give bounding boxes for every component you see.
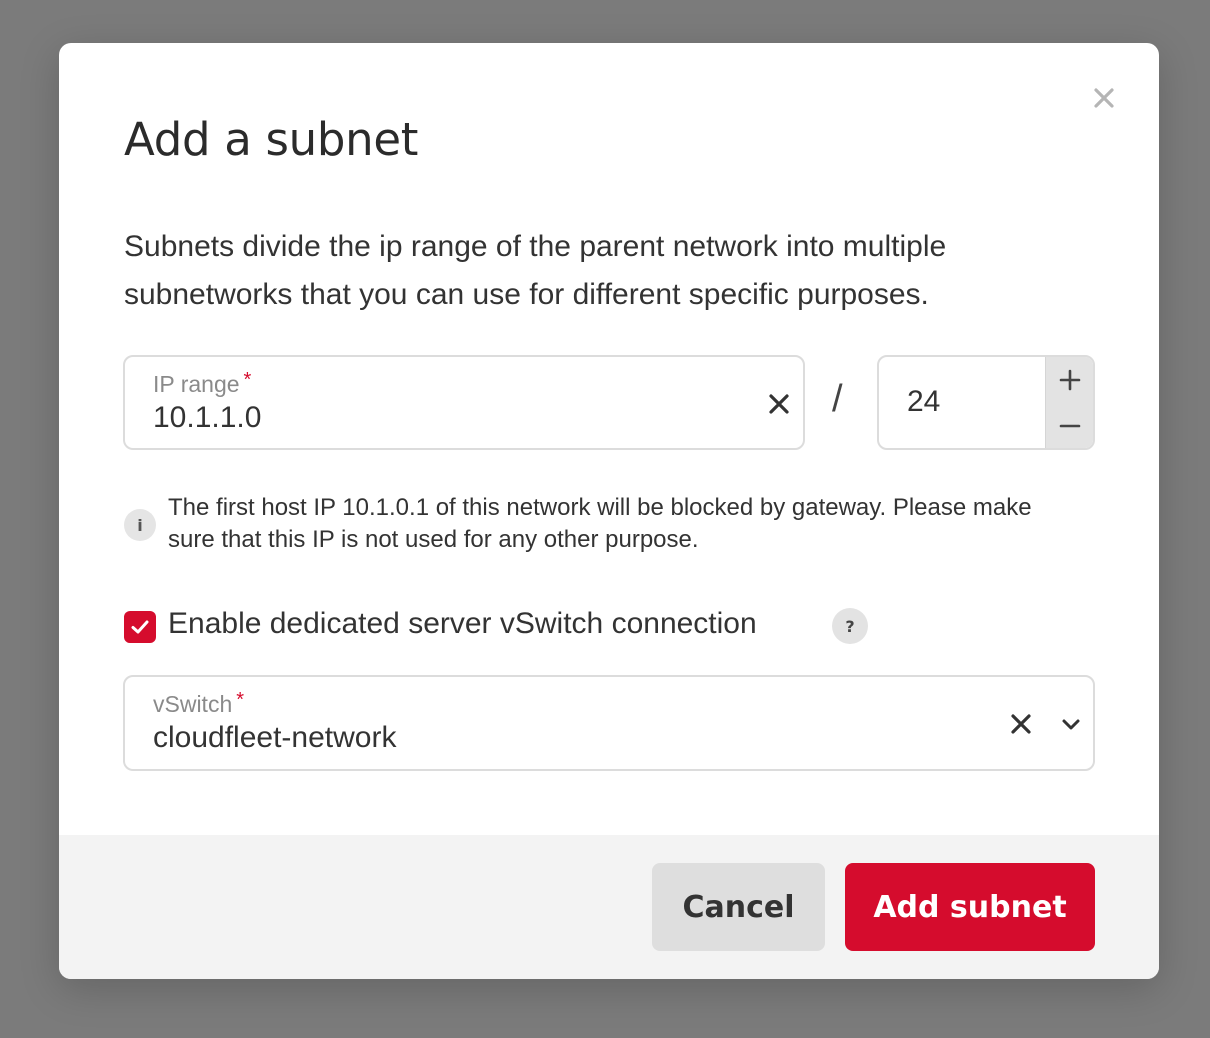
close-icon <box>769 394 789 414</box>
ip-range-input[interactable]: 10.1.1.0 <box>153 401 261 435</box>
clear-ip-range-button[interactable] <box>765 390 793 418</box>
increment-button[interactable] <box>1046 357 1093 403</box>
vswitch-connection-checkbox[interactable] <box>124 611 156 643</box>
prefix-length-stepper[interactable]: 24 <box>877 355 1095 450</box>
vswitch-dropdown-toggle[interactable] <box>1057 710 1085 738</box>
vswitch-label: vSwitch * <box>153 689 245 717</box>
ip-range-label: IP range * <box>153 369 252 397</box>
cidr-separator: / <box>832 378 843 420</box>
cancel-button[interactable]: Cancel <box>652 863 825 951</box>
close-icon <box>1094 88 1114 108</box>
dialog-title: Add a subnet <box>124 113 419 166</box>
dialog-footer: Cancel Add subnet <box>59 835 1159 979</box>
minus-icon <box>1059 424 1081 428</box>
dialog-description: Subnets divide the ip range of the paren… <box>124 230 947 311</box>
checkmark-icon <box>131 620 149 634</box>
gateway-info-text: The first host IP 10.1.0.1 of this netwo… <box>168 494 1032 553</box>
info-icon: i <box>124 509 156 541</box>
chevron-down-icon <box>1062 719 1080 730</box>
add-subnet-button[interactable]: Add subnet <box>845 863 1095 951</box>
vswitch-connection-label[interactable]: Enable dedicated server vSwitch connecti… <box>168 607 757 641</box>
plus-icon <box>1059 369 1081 391</box>
vswitch-select[interactable]: vSwitch * cloudfleet-network <box>123 675 1095 771</box>
ip-range-field[interactable]: IP range * 10.1.1.0 <box>123 355 805 450</box>
required-marker: * <box>243 369 252 391</box>
vswitch-selected-value[interactable]: cloudfleet-network <box>153 721 396 755</box>
prefix-length-input[interactable]: 24 <box>907 385 940 419</box>
close-dialog-button[interactable] <box>1089 83 1119 113</box>
add-subnet-dialog: Add a subnet Subnets divide the ip range… <box>59 43 1159 979</box>
stepper-controls <box>1045 357 1093 448</box>
help-icon[interactable]: ? <box>832 608 868 644</box>
required-marker: * <box>236 689 245 711</box>
clear-vswitch-button[interactable] <box>1007 710 1035 738</box>
close-icon <box>1011 714 1031 734</box>
decrement-button[interactable] <box>1046 403 1093 448</box>
